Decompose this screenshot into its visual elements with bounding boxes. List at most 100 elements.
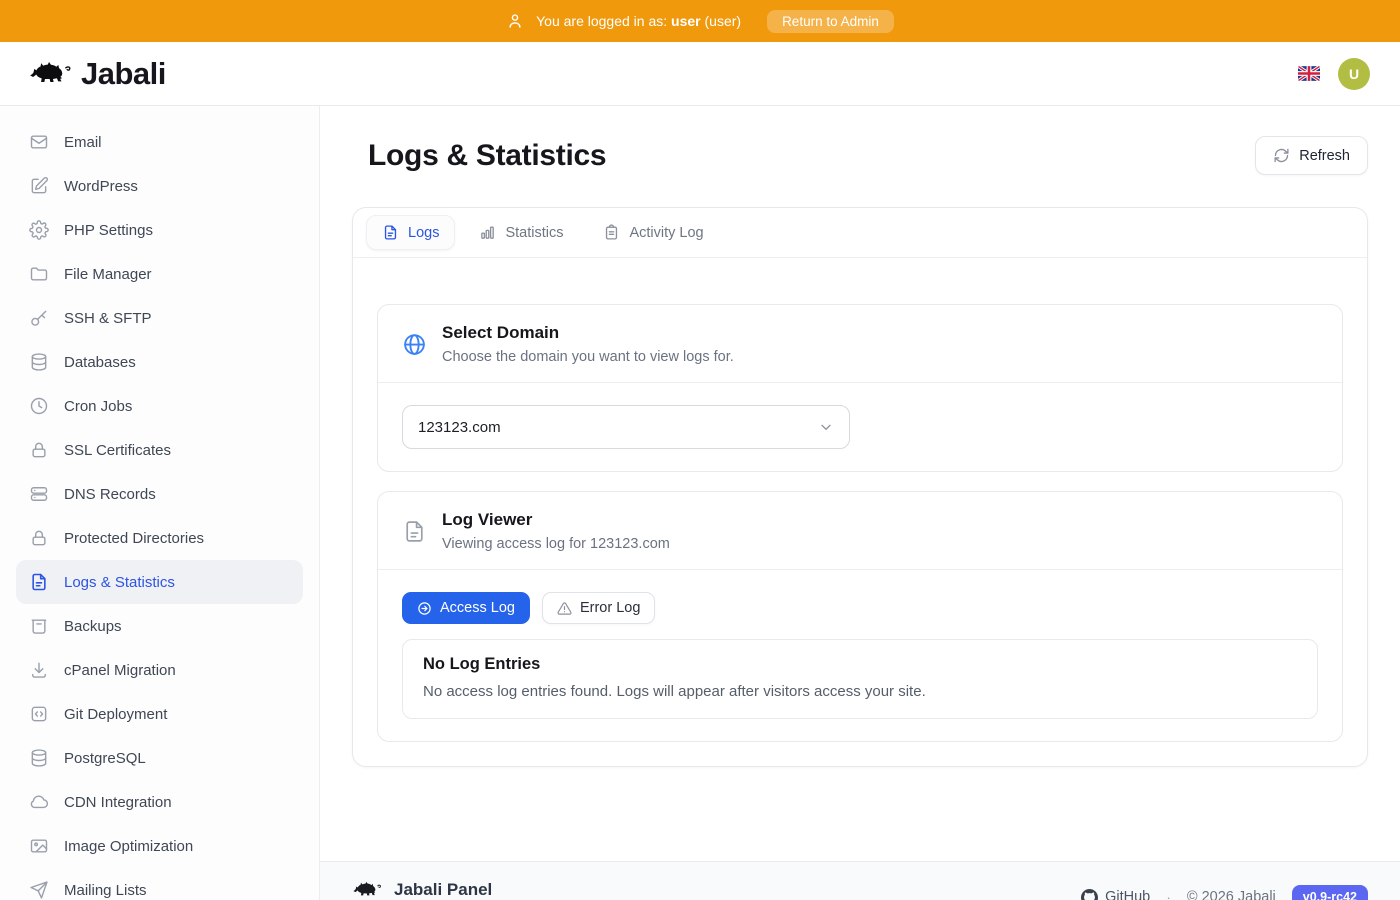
github-link[interactable]: GitHub (1081, 889, 1150, 900)
sidebar-item-label: File Manager (64, 266, 152, 283)
warning-triangle-icon (557, 601, 572, 616)
sidebar-nav: Email WordPress PHP Settings File Manage… (0, 106, 320, 900)
user-avatar[interactable]: U (1338, 58, 1370, 90)
database-icon (29, 748, 49, 768)
sidebar-item-label: Image Optimization (64, 838, 193, 855)
boar-logo-icon (352, 879, 382, 900)
sidebar-item-ssh-sftp[interactable]: SSH & SFTP (16, 296, 303, 340)
empty-log-notice: No Log Entries No access log entries fou… (402, 639, 1318, 719)
sidebar-item-label: Logs & Statistics (64, 574, 175, 591)
logs-panel-card: Logs Statistics Activity Log (352, 207, 1368, 767)
code-icon (29, 704, 49, 724)
domain-select[interactable]: 123123.com (402, 405, 850, 449)
impersonation-banner: You are logged in as: user (user) Return… (0, 0, 1400, 42)
user-icon (506, 12, 524, 30)
sidebar-item-image-optimization[interactable]: Image Optimization (16, 824, 303, 868)
send-icon (29, 880, 49, 900)
sidebar-item-cpanel-migration[interactable]: cPanel Migration (16, 648, 303, 692)
sidebar-item-label: SSH & SFTP (64, 310, 152, 327)
tab-activity-log[interactable]: Activity Log (587, 215, 719, 250)
sidebar-item-cdn-integration[interactable]: CDN Integration (16, 780, 303, 824)
sidebar-item-ssl-certificates[interactable]: SSL Certificates (16, 428, 303, 472)
tab-logs[interactable]: Logs (366, 215, 455, 250)
access-log-button[interactable]: Access Log (402, 592, 530, 624)
sidebar-item-dns-records[interactable]: DNS Records (16, 472, 303, 516)
clipboard-icon (603, 224, 620, 241)
sidebar-item-mailing-lists[interactable]: Mailing Lists (16, 868, 303, 900)
login-username: user (671, 13, 701, 29)
brand-logo[interactable]: Jabali (28, 56, 166, 92)
error-log-button[interactable]: Error Log (542, 592, 655, 624)
boar-logo-icon (28, 57, 72, 91)
file-text-icon (402, 519, 427, 544)
sidebar-item-label: SSL Certificates (64, 442, 171, 459)
clock-icon (29, 396, 49, 416)
chevron-down-icon (818, 419, 834, 435)
sidebar-item-git-deployment[interactable]: Git Deployment (16, 692, 303, 736)
select-domain-description: Choose the domain you want to view logs … (442, 349, 734, 365)
sidebar-item-label: cPanel Migration (64, 662, 176, 679)
sidebar-item-label: Cron Jobs (64, 398, 132, 415)
sidebar-item-backups[interactable]: Backups (16, 604, 303, 648)
sidebar-item-file-manager[interactable]: File Manager (16, 252, 303, 296)
sidebar-item-label: WordPress (64, 178, 138, 195)
sidebar-item-label: PostgreSQL (64, 750, 146, 767)
refresh-icon (1273, 147, 1290, 164)
sidebar-item-label: Protected Directories (64, 530, 204, 547)
domain-select-value: 123123.com (418, 419, 501, 436)
brand-name: Jabali (81, 56, 166, 92)
sidebar-item-label: Databases (64, 354, 136, 371)
sidebar-item-protected-directories[interactable]: Protected Directories (16, 516, 303, 560)
sidebar-item-logs-statistics[interactable]: Logs & Statistics (16, 560, 303, 604)
refresh-button[interactable]: Refresh (1255, 136, 1368, 175)
log-viewer-description: Viewing access log for 123123.com (442, 536, 670, 552)
sidebar-item-label: CDN Integration (64, 794, 172, 811)
sidebar-item-wordpress[interactable]: WordPress (16, 164, 303, 208)
file-text-icon (382, 224, 399, 241)
download-icon (29, 660, 49, 680)
uk-flag-icon[interactable] (1298, 66, 1320, 81)
cloud-icon (29, 792, 49, 812)
main-content: Logs & Statistics Refresh Logs (320, 106, 1400, 900)
footer-brand: Jabali Panel (394, 880, 492, 900)
sidebar-item-label: Mailing Lists (64, 882, 147, 899)
file-text-icon (29, 572, 49, 592)
sidebar-item-label: PHP Settings (64, 222, 153, 239)
select-domain-card: Select Domain Choose the domain you want… (377, 304, 1343, 472)
folder-icon (29, 264, 49, 284)
page-title: Logs & Statistics (368, 139, 606, 173)
login-message: You are logged in as: user (user) (536, 13, 741, 29)
arrow-right-circle-icon (417, 601, 432, 616)
globe-icon (402, 332, 427, 357)
gear-icon (29, 220, 49, 240)
app-footer: Jabali Panel GitHub · © 2026 Jabali v0.9… (320, 861, 1400, 900)
bar-chart-icon (479, 224, 496, 241)
tab-bar: Logs Statistics Activity Log (353, 208, 1367, 258)
app-header: Jabali U (0, 42, 1400, 106)
database-icon (29, 352, 49, 372)
sidebar-item-label: Git Deployment (64, 706, 167, 723)
sidebar-item-postgresql[interactable]: PostgreSQL (16, 736, 303, 780)
return-to-admin-button[interactable]: Return to Admin (767, 10, 894, 33)
log-viewer-title: Log Viewer (442, 510, 670, 530)
lock-icon (29, 528, 49, 548)
sidebar-item-databases[interactable]: Databases (16, 340, 303, 384)
log-viewer-card: Log Viewer Viewing access log for 123123… (377, 491, 1343, 742)
footer-copyright: © 2026 Jabali (1187, 889, 1276, 900)
server-icon (29, 484, 49, 504)
sidebar-item-cron-jobs[interactable]: Cron Jobs (16, 384, 303, 428)
lock-icon (29, 440, 49, 460)
sidebar-item-php-settings[interactable]: PHP Settings (16, 208, 303, 252)
archive-icon (29, 616, 49, 636)
login-role: (user) (705, 13, 742, 29)
image-icon (29, 836, 49, 856)
empty-log-message: No access log entries found. Logs will a… (423, 683, 1297, 700)
empty-log-title: No Log Entries (423, 655, 1297, 674)
key-icon (29, 308, 49, 328)
sidebar-item-email[interactable]: Email (16, 120, 303, 164)
tab-statistics[interactable]: Statistics (463, 215, 579, 250)
mail-icon (29, 132, 49, 152)
select-domain-title: Select Domain (442, 323, 734, 343)
sidebar-item-label: Email (64, 134, 102, 151)
version-badge: v0.9-rc42 (1292, 885, 1368, 900)
